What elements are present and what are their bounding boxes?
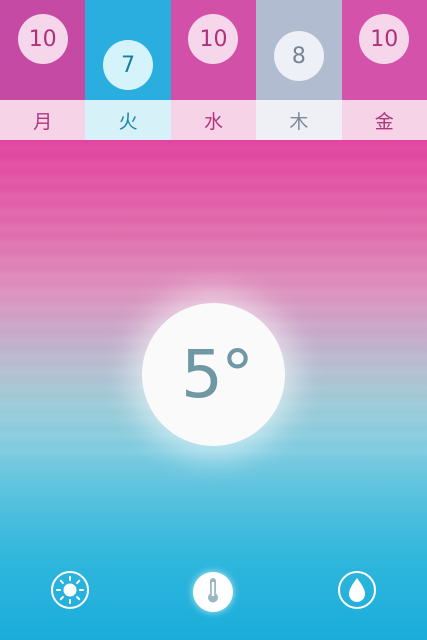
day-label: 木 — [256, 100, 342, 140]
day-label: 金 — [341, 100, 427, 140]
forecast-day-thu[interactable]: 8 木 — [256, 0, 342, 140]
temperature-button[interactable] — [193, 572, 233, 612]
current-temperature: 5° — [181, 336, 254, 413]
temperature-bubble: 10 — [359, 14, 410, 64]
temperature-bubble: 10 — [17, 14, 68, 64]
forecast-strip: 10 月 7 火 10 水 8 木 10 金 — [0, 0, 427, 140]
thermometer-icon — [193, 570, 233, 614]
forecast-day-fri[interactable]: 10 金 — [341, 0, 427, 140]
sun-icon — [50, 570, 90, 614]
forecast-day-wed[interactable]: 10 水 — [170, 0, 257, 140]
precipitation-button[interactable] — [337, 570, 377, 614]
weather-button[interactable] — [50, 570, 90, 614]
temperature-bubble: 10 — [188, 14, 239, 64]
day-label: 水 — [170, 100, 257, 140]
forecast-day-tue[interactable]: 7 火 — [85, 0, 171, 140]
drop-icon — [337, 570, 377, 614]
temperature-bubble: 7 — [103, 40, 154, 90]
day-label: 月 — [0, 100, 86, 140]
forecast-day-mon[interactable]: 10 月 — [0, 0, 86, 140]
temperature-bubble: 8 — [273, 31, 324, 82]
current-temperature-display: 5° — [142, 303, 285, 446]
day-label: 火 — [85, 100, 171, 140]
